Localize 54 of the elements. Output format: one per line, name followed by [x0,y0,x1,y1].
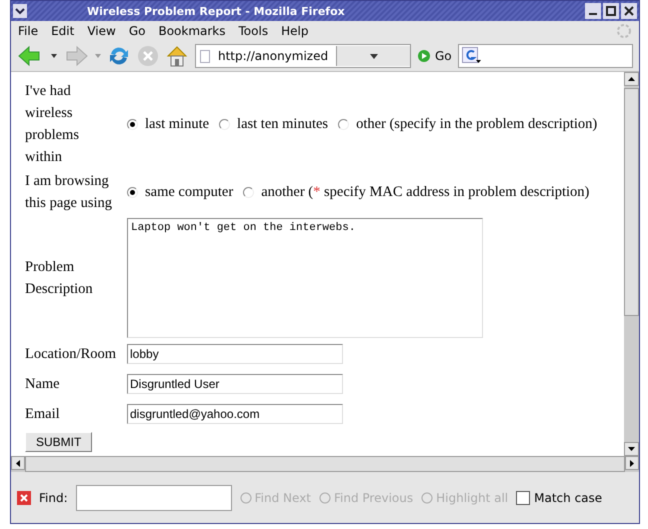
field-label: Name [25,375,61,394]
circle-icon [421,492,434,504]
throbber-icon [616,23,632,39]
dropdown-icon[interactable] [370,54,378,58]
option-label: last minute [145,116,210,132]
scroll-right-icon[interactable] [630,460,634,466]
find-label: Find: [39,490,68,504]
window-title: Wireless Problem Report - Mozilla Firefox [86,4,346,18]
scroll-left-icon[interactable] [16,460,20,466]
option-label: same computer [145,184,234,200]
close-icon[interactable] [621,3,637,19]
radio-button[interactable] [127,118,138,130]
window-menu-icon[interactable] [13,4,27,18]
circle-icon [240,492,252,504]
option-label: last ten minutes [237,116,328,132]
text-input[interactable]: disgruntled@yahoo.com [127,404,343,424]
minimize-icon[interactable] [585,3,601,19]
option-label: other (specify in the problem description) [356,116,598,132]
description-field[interactable]: Laptop won't get on the interwebs. [127,218,483,338]
go-button[interactable]: Go [435,49,452,63]
checkbox-label: Match case [534,490,602,504]
menu-item[interactable]: Tools [238,24,268,38]
scroll-up-icon[interactable] [628,77,635,81]
checkbox[interactable] [516,490,530,504]
find-field[interactable] [76,484,232,510]
field-label: Problem Description [25,258,94,299]
field-label: Location/Room [25,345,117,364]
menu-item[interactable]: File [18,24,38,38]
field-label: I've had wireless problems within [25,82,80,167]
search-engine-icon[interactable] [462,47,482,65]
page-icon [200,50,210,62]
menu-item[interactable]: Go [128,24,146,38]
radio-button[interactable] [219,118,230,130]
radio-button[interactable] [338,118,350,130]
circle-icon [319,492,331,504]
menu-item[interactable]: Edit [51,24,74,38]
text-input[interactable]: lobby [127,344,343,364]
search-field[interactable] [458,44,633,68]
menu-item[interactable]: Help [281,24,308,38]
home-icon[interactable] [165,44,189,68]
go-icon[interactable] [417,49,431,63]
url-field[interactable]: http://anonymized [195,44,411,68]
field-label: I am browsing this page using [25,172,113,213]
text-input[interactable]: Disgruntled User [127,374,343,394]
menu-item[interactable]: View [87,24,116,38]
scroll-down-icon[interactable] [628,447,635,451]
radio-button[interactable] [243,186,254,198]
menu-item[interactable]: Bookmarks [158,24,226,38]
option-label: another (* specify MAC address in problem description) [261,184,590,200]
field-label: Email [25,405,61,424]
dropdown-icon[interactable] [51,54,57,58]
maximize-icon[interactable] [603,3,619,19]
radio-button[interactable] [127,186,138,198]
submit-button[interactable]: SUBMIT [25,432,92,452]
